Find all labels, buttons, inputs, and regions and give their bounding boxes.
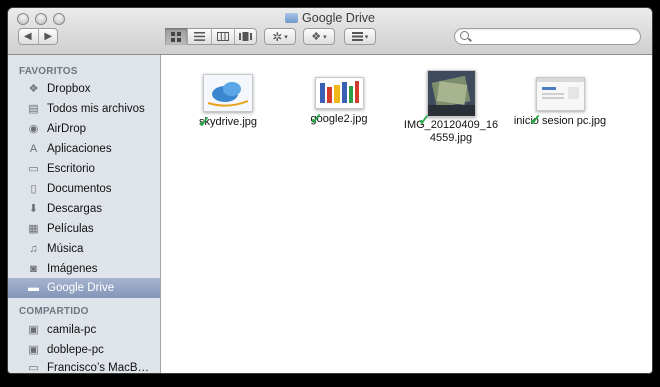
title-bar: Google Drive ◀ ▶ ✲ ▾ ❖ ▾ ▾ (8, 8, 652, 55)
coverflow-view-icon (239, 32, 253, 41)
list-view-icon (193, 32, 205, 41)
sidebar-item-label: Escritorio (47, 162, 95, 175)
sidebar-item-label: Google Drive (47, 282, 115, 294)
folder-icon (285, 13, 299, 23)
arrange-menu-button[interactable]: ▾ (344, 28, 376, 45)
sidebar-item-label: Música (47, 242, 84, 255)
sidebar-item-camila-pc[interactable]: ▣ camila-pc (8, 320, 160, 339)
file-item[interactable]: ✓ google2.jpg (289, 77, 389, 128)
triangle-right-icon: ▶ (44, 31, 53, 42)
column-view-button[interactable] (212, 28, 235, 45)
window-title: Google Drive (8, 11, 652, 25)
sidebar-item-movies[interactable]: ▦ Películas (8, 219, 160, 238)
coverflow-view-button[interactable] (235, 28, 257, 45)
music-icon: ♫ (29, 242, 38, 255)
folder-icon: ▬ (28, 282, 39, 294)
sidebar-item-dropbox[interactable]: ❖ Dropbox (8, 79, 160, 98)
chevron-down-icon: ▾ (364, 33, 369, 41)
sidebar-item-label: Todos mis archivos (47, 102, 145, 115)
screenshot-thumbnail (535, 77, 585, 111)
file-icon-area: ✓ skydrive.jpg ✓ google2.jpg ✓ IMG_20120… (161, 55, 652, 373)
dropbox-menu-button[interactable]: ❖ ▾ (303, 28, 335, 45)
google-logo-icon (315, 78, 363, 108)
file-item[interactable]: ✓ skydrive.jpg (178, 74, 278, 131)
sidebar-item-label: Descargas (47, 202, 102, 215)
file-item[interactable]: ✓ IMG_20120409_16 4559.jpg (401, 70, 501, 145)
sidebar-item-desktop[interactable]: ▭ Escritorio (8, 159, 160, 178)
sidebar-heading-shared: COMPARTIDO (19, 306, 89, 317)
documents-icon: ▯ (30, 183, 37, 195)
file-name: google2.jpg (310, 113, 368, 125)
sidebar-item-google-drive[interactable]: ▬ Google Drive (8, 278, 160, 298)
sidebar-item-label: Películas (47, 222, 94, 235)
sidebar-item-airdrop[interactable]: ◉ AirDrop (8, 119, 160, 138)
pictures-icon: ◙ (30, 262, 37, 275)
sidebar-item-downloads[interactable]: ⬇ Descargas (8, 199, 160, 218)
icon-view-icon (171, 31, 182, 42)
gear-icon: ✲ (272, 29, 283, 44)
sidebar-item-label: Dropbox (47, 82, 91, 95)
skydrive-logo-icon (204, 75, 252, 111)
back-forward-control: ◀ ▶ (18, 28, 58, 45)
computer-icon: ▣ (28, 324, 39, 336)
chevron-down-icon: ▾ (323, 33, 327, 41)
chevron-down-icon: ▾ (284, 33, 288, 41)
sync-check-icon: ✓ (310, 111, 323, 128)
forward-button[interactable]: ▶ (39, 28, 59, 45)
sidebar-item-label: Aplicaciones (47, 142, 112, 155)
back-button[interactable]: ◀ (18, 28, 39, 45)
sidebar-item-doblepe-pc[interactable]: ▣ doblepe-pc (8, 340, 160, 359)
skydrive-thumbnail (203, 74, 253, 112)
all-files-icon: ▤ (28, 103, 39, 115)
sidebar-item-label: Imágenes (47, 262, 98, 275)
dropbox-icon: ❖ (28, 83, 39, 95)
file-name: IMG_20120409_16 4559.jpg (401, 119, 501, 145)
computer-icon: ▣ (28, 344, 39, 356)
search-icon (460, 31, 469, 40)
screenshot-image (536, 78, 584, 110)
downloads-icon: ⬇ (28, 203, 39, 215)
file-name: skydrive.jpg (198, 116, 258, 128)
sidebar-item-label: Francisco’s MacB… (47, 361, 150, 374)
photo-thumbnail (426, 70, 476, 117)
sync-check-icon: ✓ (529, 112, 542, 129)
google-logo-thumbnail (314, 77, 364, 109)
file-name: inicio sesion pc.jpg (513, 115, 607, 127)
file-item[interactable]: ✓ inicio sesion pc.jpg (510, 77, 610, 128)
photo-image (427, 71, 475, 116)
airdrop-icon: ◉ (28, 123, 39, 135)
sidebar-item-label: doblepe-pc (47, 343, 104, 356)
dropbox-icon: ❖ (311, 31, 322, 43)
sidebar-item-label: Documentos (47, 182, 112, 195)
search-input[interactable] (474, 29, 638, 46)
sidebar-item-pictures[interactable]: ◙ Imágenes (8, 259, 160, 278)
arrange-icon (351, 32, 363, 41)
sidebar-item-documents[interactable]: ▯ Documentos (8, 179, 160, 198)
sidebar-item-applications[interactable]: A Aplicaciones (8, 139, 160, 158)
sidebar-item-music[interactable]: ♫ Música (8, 239, 160, 258)
sync-check-icon: ✓ (418, 112, 431, 129)
file-name-line: 4559.jpg (429, 132, 473, 144)
action-menu-button[interactable]: ✲ ▾ (264, 28, 296, 45)
view-mode-control (165, 28, 257, 45)
list-view-button[interactable] (188, 28, 212, 45)
window-title-text: Google Drive (302, 11, 375, 25)
desktop-icon: ▭ (28, 163, 39, 175)
finder-window: Google Drive ◀ ▶ ✲ ▾ ❖ ▾ ▾ FAVORITOS ❖ D… (8, 8, 652, 373)
sidebar-item-francisco-macbook[interactable]: ▭ Francisco’s MacB… (8, 359, 160, 374)
sidebar-heading-favorites: FAVORITOS (19, 66, 78, 77)
sidebar-item-label: AirDrop (47, 122, 86, 135)
triangle-left-icon: ◀ (23, 31, 32, 42)
sidebar-item-all-files[interactable]: ▤ Todos mis archivos (8, 99, 160, 118)
movies-icon: ▦ (28, 223, 39, 235)
sidebar: FAVORITOS ❖ Dropbox ▤ Todos mis archivos… (8, 55, 161, 373)
laptop-icon: ▭ (28, 362, 39, 373)
sidebar-item-label: camila-pc (47, 323, 97, 336)
applications-icon: A (29, 142, 38, 155)
column-view-icon (216, 32, 229, 41)
search-field[interactable] (454, 28, 641, 46)
sync-check-icon: ✓ (198, 114, 211, 131)
icon-view-button[interactable] (165, 28, 189, 45)
